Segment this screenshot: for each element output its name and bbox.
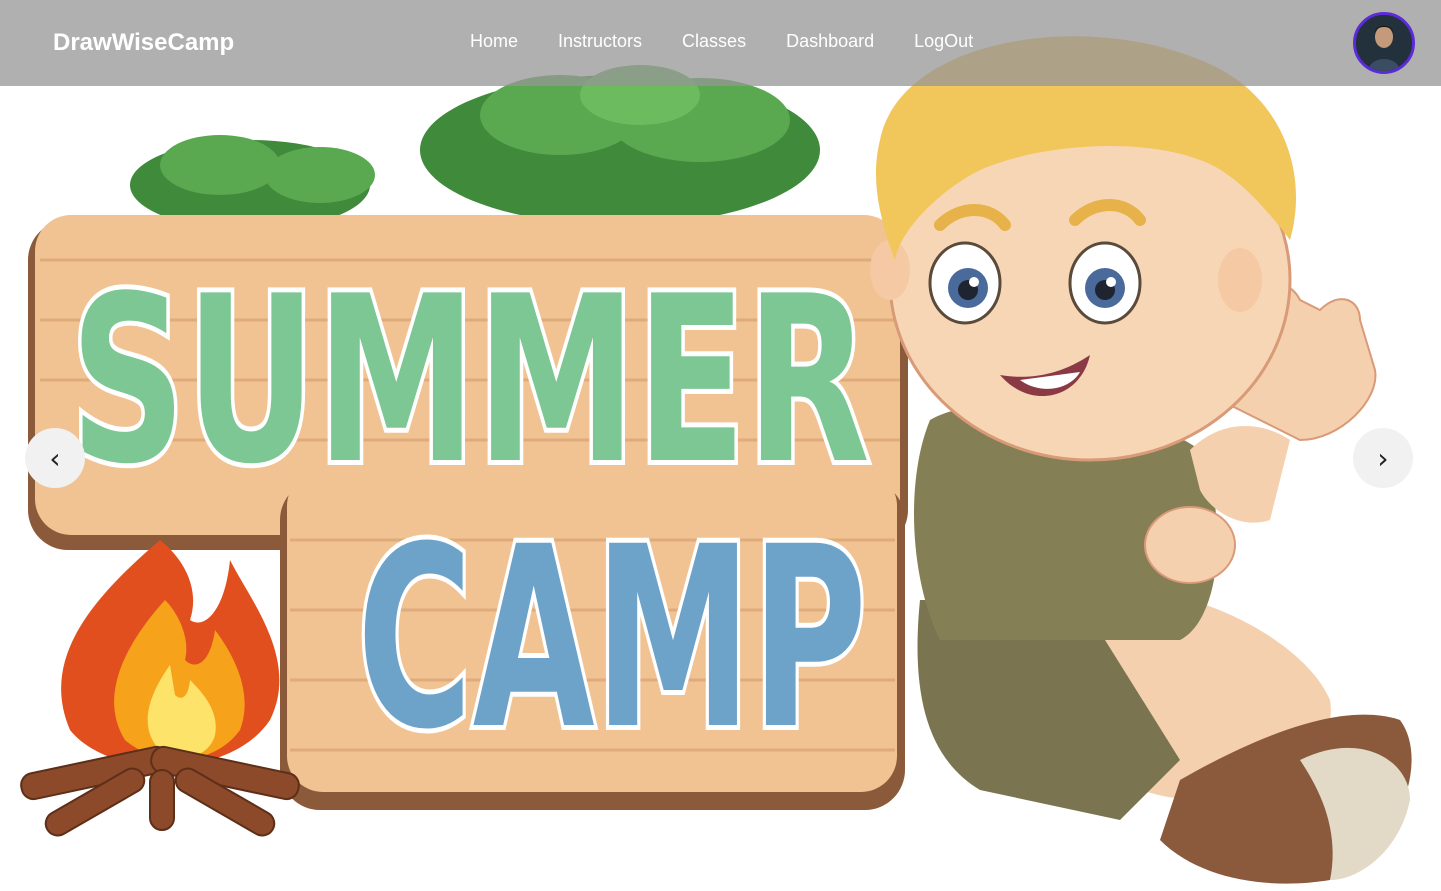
avatar-photo-icon bbox=[1356, 15, 1412, 71]
hero-carousel: SUMMER CAMP bbox=[0, 0, 1441, 891]
brand-logo[interactable]: DrawWiseCamp bbox=[53, 29, 234, 57]
campfire-icon bbox=[20, 540, 300, 837]
carousel-next-button[interactable]: › bbox=[1353, 428, 1413, 488]
nav-menu: Home Instructors Classes Dashboard LogOu… bbox=[470, 31, 1013, 52]
carousel-prev-button[interactable]: ‹ bbox=[25, 428, 85, 488]
user-avatar[interactable] bbox=[1353, 12, 1415, 74]
nav-item-home[interactable]: Home bbox=[470, 31, 518, 52]
top-navbar: DrawWiseCamp Home Instructors Classes Da… bbox=[0, 0, 1441, 86]
nav-item-classes[interactable]: Classes bbox=[682, 31, 746, 52]
sign-text-summer: SUMMER bbox=[70, 248, 870, 515]
sign-text-camp: CAMP bbox=[357, 493, 867, 784]
nav-item-instructors[interactable]: Instructors bbox=[558, 31, 642, 52]
bushes bbox=[130, 65, 820, 230]
summer-camp-illustration: SUMMER CAMP bbox=[20, 36, 1412, 884]
chevron-right-icon: › bbox=[1377, 441, 1389, 475]
chevron-left-icon: ‹ bbox=[49, 441, 61, 475]
camp-boy-illustration bbox=[870, 36, 1412, 884]
nav-item-dashboard[interactable]: Dashboard bbox=[786, 31, 874, 52]
nav-item-logout[interactable]: LogOut bbox=[914, 31, 973, 52]
